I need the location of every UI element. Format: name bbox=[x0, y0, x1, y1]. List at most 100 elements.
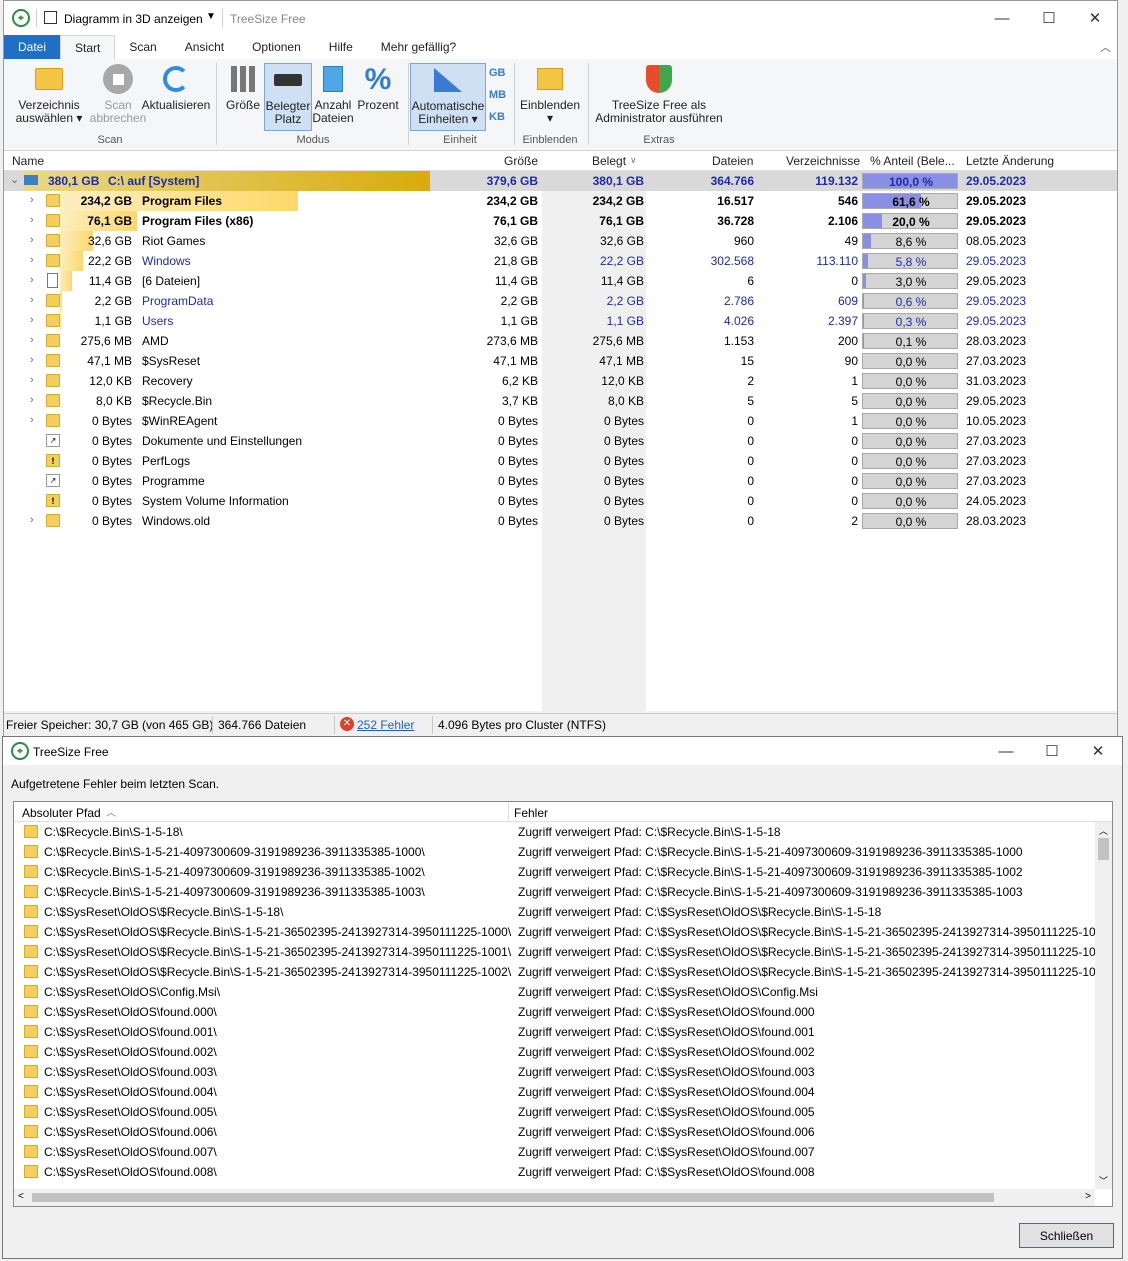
tree-row[interactable]: › 275,6 MB AMD 273,6 MB 275,6 MB 1.153 200 0,1 … bbox=[4, 331, 1117, 351]
error-row[interactable]: C:\$SysReset\OldOS\$Recycle.Bin\S-1-5-21… bbox=[14, 962, 1109, 982]
tab-hilfe[interactable]: Hilfe bbox=[315, 35, 367, 59]
tree-row[interactable]: › 47,1 MB $SysReset 47,1 MB 47,1 MB 15 90 0,0 %… bbox=[4, 351, 1117, 371]
stop-scan-button[interactable]: Scan abbrechen bbox=[90, 63, 146, 125]
unit-gb-button[interactable]: GB bbox=[489, 67, 506, 79]
expand-icon[interactable]: › bbox=[30, 234, 34, 246]
collapse-ribbon-icon[interactable]: ︿ bbox=[1100, 39, 1111, 55]
error-row[interactable]: C:\$SysReset\OldOS\found.000\ Zugriff ver… bbox=[14, 1002, 1094, 1022]
scroll-left-icon[interactable]: < bbox=[18, 1191, 24, 1202]
col-absolute-path[interactable]: Absoluter Pfad bbox=[22, 806, 101, 820]
mode-size-button[interactable]: Größe bbox=[222, 63, 264, 112]
tree-row[interactable]: ↗ 0 Bytes Dokumente und Einstellungen 0 Byt… bbox=[4, 431, 1117, 451]
error-row[interactable]: C:\$SysReset\OldOS\found.005\ Zugriff ver… bbox=[14, 1102, 1094, 1122]
run-as-admin-button[interactable]: TreeSize Free als Administrator ausführe… bbox=[592, 63, 726, 125]
close-dialog-button[interactable]: Schließen bbox=[1019, 1223, 1114, 1248]
col-pct[interactable]: % Anteil (Bele... bbox=[870, 154, 955, 168]
error-row[interactable]: C:\$SysReset\OldOS\$Recycle.Bin\S-1-5-21… bbox=[14, 922, 1109, 942]
col-dirs[interactable]: Verzeichnisse bbox=[786, 154, 860, 168]
refresh-button[interactable]: Aktualisieren bbox=[140, 63, 212, 112]
expand-icon[interactable]: › bbox=[30, 394, 34, 406]
directory-tree[interactable]: ⌄ 380,1 GB C:\ auf [System] 379,6 GB 380… bbox=[4, 171, 1117, 711]
col-modified[interactable]: Letzte Änderung bbox=[966, 154, 1054, 168]
expand-icon[interactable]: › bbox=[30, 294, 34, 306]
maximize-icon[interactable]: ☐ bbox=[1029, 737, 1075, 765]
error-row[interactable]: C:\$SysReset\OldOS\found.008\ Zugriff ver… bbox=[14, 1162, 1094, 1182]
tree-row[interactable]: › 76,1 GB Program Files (x86) 76,1 GB 76,1 G… bbox=[4, 211, 1117, 231]
expand-icon[interactable]: › bbox=[30, 194, 34, 206]
mode-file-count-button[interactable]: Anzahl Dateien bbox=[310, 63, 356, 125]
tree-row[interactable]: ! 0 Bytes System Volume Information 0 Bytes… bbox=[4, 491, 1117, 511]
hscroll-thumb[interactable] bbox=[32, 1193, 994, 1202]
tree-row[interactable]: › 12,0 KB Recovery 6,2 KB 12,0 KB 2 1 0,0 % 31.0… bbox=[4, 371, 1117, 391]
close-icon[interactable]: ✕ bbox=[1075, 737, 1121, 765]
col-size[interactable]: Größe bbox=[504, 154, 538, 168]
tree-row[interactable]: › 8,0 KB $Recycle.Bin 3,7 KB 8,0 KB 5 5 0,0 % 29… bbox=[4, 391, 1117, 411]
minimize-icon[interactable]: — bbox=[979, 1, 1025, 35]
error-row[interactable]: C:\$SysReset\OldOS\found.007\ Zugriff ver… bbox=[14, 1142, 1094, 1162]
error-row[interactable]: C:\$SysReset\OldOS\found.002\ Zugriff ver… bbox=[14, 1042, 1094, 1062]
unit-mb-button[interactable]: MB bbox=[489, 89, 506, 101]
scroll-right-icon[interactable]: > bbox=[1085, 1191, 1091, 1202]
tree-row[interactable]: › 1,1 GB Users 1,1 GB 1,1 GB 4.026 2.397 0,3 % 2… bbox=[4, 311, 1117, 331]
mode-used-space-button[interactable]: Belegter Platz bbox=[264, 63, 312, 131]
error-row[interactable]: C:\$SysReset\OldOS\$Recycle.Bin\S-1-5-18… bbox=[14, 902, 1094, 922]
error-row[interactable]: C:\$SysReset\OldOS\found.001\ Zugriff ver… bbox=[14, 1022, 1094, 1042]
tree-row[interactable]: › 0 Bytes Windows.old 0 Bytes 0 Bytes 0 2 0,0 %… bbox=[4, 511, 1117, 531]
3d-chart-checkbox[interactable] bbox=[44, 11, 57, 24]
tree-row[interactable]: › 11,4 GB [6 Dateien] 11,4 GB 11,4 GB 6 0 3,0 %… bbox=[4, 271, 1117, 291]
error-row[interactable]: C:\$SysReset\OldOS\found.003\ Zugriff ver… bbox=[14, 1062, 1094, 1082]
tab-datei[interactable]: Datei bbox=[4, 35, 61, 59]
scroll-thumb[interactable] bbox=[1098, 838, 1109, 860]
auto-units-button[interactable]: Automatische Einheiten ▾ bbox=[410, 63, 486, 131]
select-directory-button[interactable]: Verzeichnis auswählen ▾ bbox=[10, 63, 88, 125]
col-name[interactable]: Name bbox=[12, 154, 44, 168]
tree-row[interactable]: › 0 Bytes $WinREAgent 0 Bytes 0 Bytes 0 1 0,0 %… bbox=[4, 411, 1117, 431]
scroll-up-icon[interactable]: ︿ bbox=[1099, 824, 1108, 837]
tab-optionen[interactable]: Optionen bbox=[238, 35, 315, 59]
expand-icon[interactable]: › bbox=[30, 374, 34, 386]
expand-icon[interactable]: › bbox=[30, 414, 34, 426]
unit-kb-button[interactable]: KB bbox=[489, 111, 505, 123]
expand-icon[interactable]: › bbox=[30, 214, 34, 226]
error-row[interactable]: C:\$SysReset\OldOS\found.006\ Zugriff ver… bbox=[14, 1122, 1094, 1142]
tree-row[interactable]: › 32,6 GB Riot Games 32,6 GB 32,6 GB 960 49 8,6… bbox=[4, 231, 1117, 251]
mode-percent-button[interactable]: % Prozent bbox=[354, 63, 402, 112]
expand-icon[interactable]: › bbox=[30, 334, 34, 346]
col-used[interactable]: Belegt bbox=[592, 154, 626, 168]
error-row[interactable]: C:\$Recycle.Bin\S-1-5-21-4097300609-3191… bbox=[14, 862, 1094, 882]
error-list[interactable]: Absoluter Pfad ︿ Fehler C:\$Recycle.Bin\… bbox=[13, 801, 1113, 1207]
tree-row-root[interactable]: ⌄ 380,1 GB C:\ auf [System] 379,6 GB 380… bbox=[4, 171, 1117, 191]
close-icon[interactable]: ✕ bbox=[1072, 1, 1118, 35]
vertical-scrollbar[interactable]: ︿ ﹀ bbox=[1095, 822, 1112, 1189]
scroll-down-icon[interactable]: ﹀ bbox=[1099, 1174, 1108, 1187]
collapse-icon[interactable]: ⌄ bbox=[10, 173, 19, 186]
expand-icon[interactable]: › bbox=[30, 514, 34, 526]
expand-icon[interactable]: › bbox=[30, 354, 34, 366]
tab-start[interactable]: Start bbox=[60, 35, 116, 59]
error-row[interactable]: C:\$Recycle.Bin\S-1-5-21-4097300609-3191… bbox=[14, 842, 1094, 862]
error-row[interactable]: C:\$Recycle.Bin\S-1-5-21-4097300609-3191… bbox=[14, 882, 1094, 902]
col-files[interactable]: Dateien bbox=[712, 154, 753, 168]
error-row[interactable]: C:\$SysReset\OldOS\Config.Msi\ Zugriff ve… bbox=[14, 982, 1094, 1002]
tree-row[interactable]: ↗ 0 Bytes Programme 0 Bytes 0 Bytes 0 0 0,0 % 27… bbox=[4, 471, 1117, 491]
error-row[interactable]: C:\$SysReset\OldOS\found.004\ Zugriff ver… bbox=[14, 1082, 1094, 1102]
tree-row[interactable]: › 234,2 GB Program Files 234,2 GB 234,2 GB 16… bbox=[4, 191, 1117, 211]
tree-row[interactable]: › 22,2 GB Windows 21,8 GB 22,2 GB 302.568 113.… bbox=[4, 251, 1117, 271]
expand-icon[interactable]: › bbox=[30, 274, 34, 286]
error-row[interactable]: C:\$Recycle.Bin\S-1-5-18\ Zugriff verweig… bbox=[14, 822, 1094, 842]
tree-row[interactable]: ! 0 Bytes PerfLogs 0 Bytes 0 Bytes 0 0 0,0 % 27.… bbox=[4, 451, 1117, 471]
qat-dropdown-icon[interactable]: ▼ bbox=[206, 11, 216, 22]
col-error[interactable]: Fehler bbox=[514, 806, 548, 820]
tab-mehr[interactable]: Mehr gefällig? bbox=[367, 35, 470, 59]
horizontal-scrollbar[interactable]: < > bbox=[14, 1189, 1095, 1206]
tab-scan[interactable]: Scan bbox=[115, 35, 170, 59]
error-row[interactable]: C:\$SysReset\OldOS\$Recycle.Bin\S-1-5-21… bbox=[14, 942, 1109, 962]
expand-icon[interactable]: › bbox=[30, 254, 34, 266]
show-button[interactable]: Einblenden ▾ bbox=[518, 63, 582, 125]
expand-icon[interactable]: › bbox=[30, 314, 34, 326]
maximize-icon[interactable]: ☐ bbox=[1026, 1, 1072, 35]
tab-ansicht[interactable]: Ansicht bbox=[171, 35, 238, 59]
status-errors-link[interactable]: 252 Fehler bbox=[357, 718, 414, 732]
tree-row[interactable]: › 2,2 GB ProgramData 2,2 GB 2,2 GB 2.786 609 0,… bbox=[4, 291, 1117, 311]
minimize-icon[interactable]: — bbox=[983, 737, 1029, 765]
